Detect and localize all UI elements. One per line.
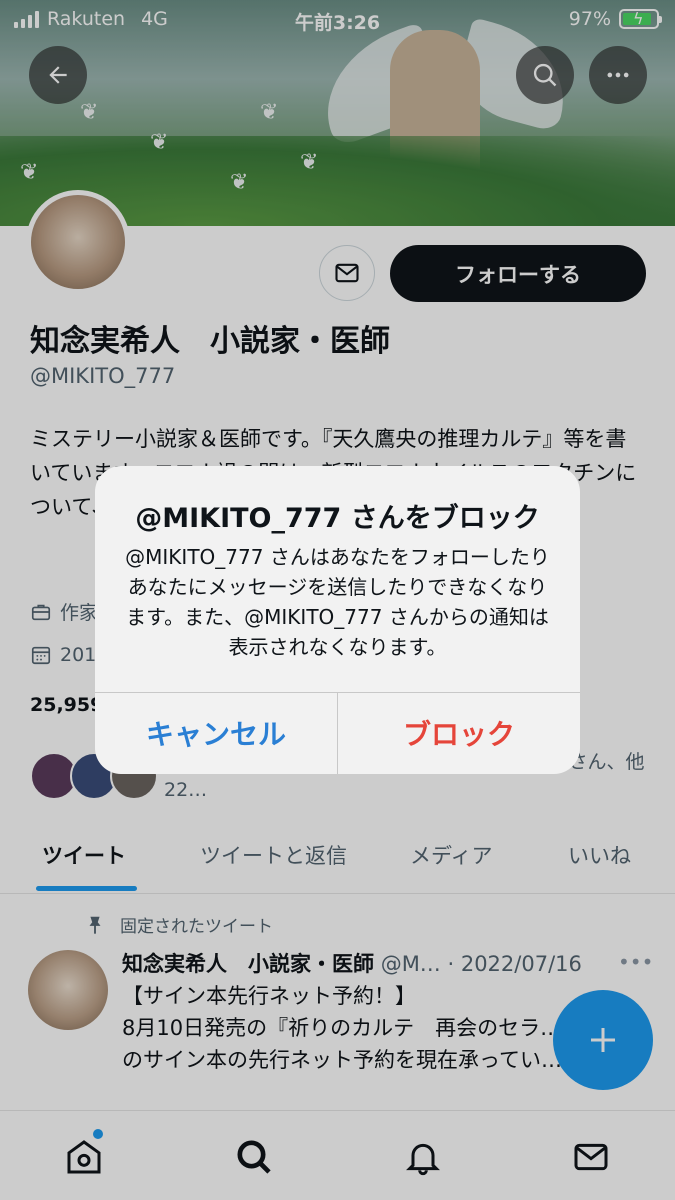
dialog-message: @MIKITO_777 さんはあなたをフォローしたりあなたにメッセージを送信した… — [125, 545, 550, 659]
block-confirm-dialog: @MIKITO_777 さんをブロック @MIKITO_777 さんはあなたをフ… — [95, 466, 580, 774]
block-button[interactable]: ブロック — [338, 692, 580, 774]
cancel-button[interactable]: キャンセル — [95, 692, 337, 774]
dialog-title: @MIKITO_777 さんをブロック — [135, 503, 540, 534]
